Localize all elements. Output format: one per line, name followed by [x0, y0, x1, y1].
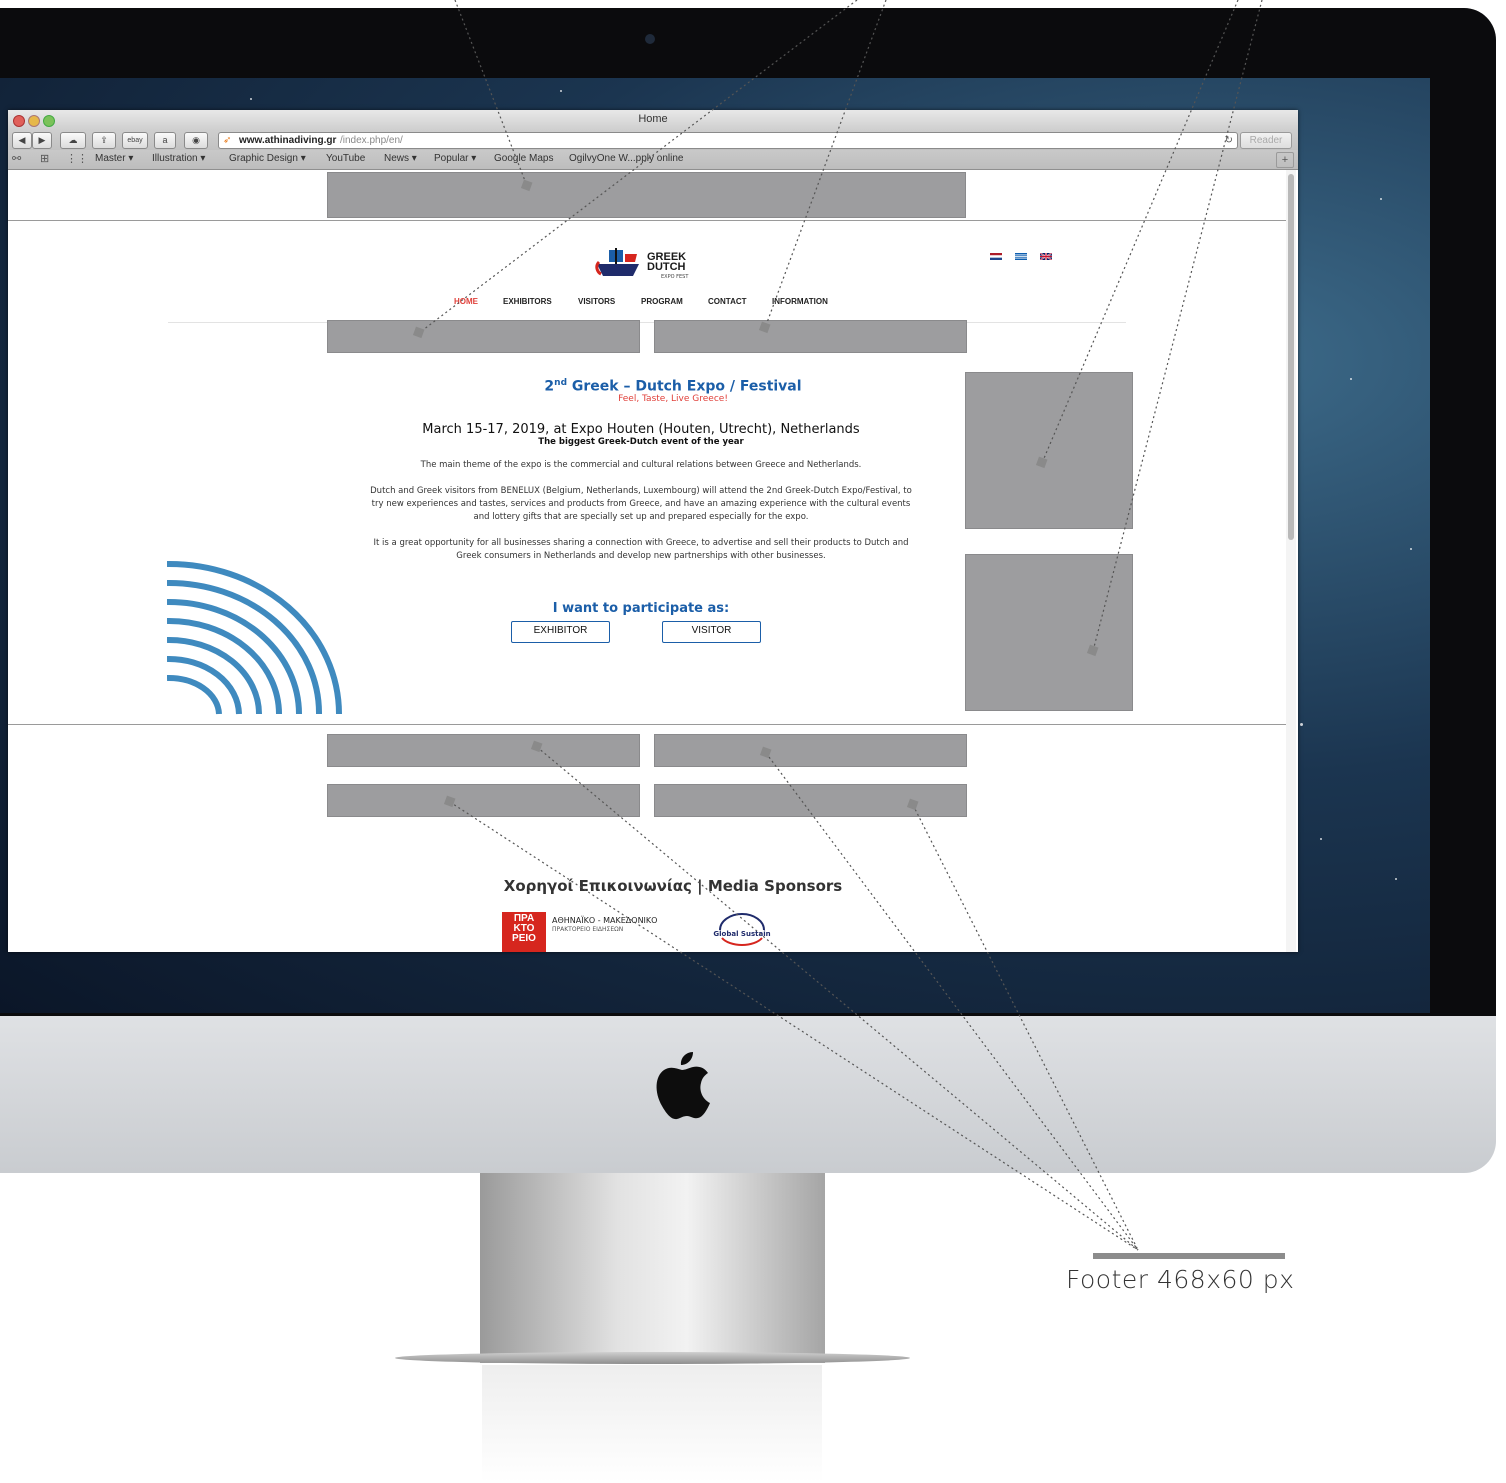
title-bar: Home — [8, 110, 1298, 130]
visitors-paragraph: Dutch and Greek visitors from BENELUX (B… — [370, 486, 912, 522]
bottom-ad-slot — [327, 784, 640, 817]
ad-slot-right — [654, 320, 967, 353]
camera-icon — [645, 34, 655, 44]
nav-program[interactable]: PROGRAM — [641, 297, 683, 306]
display-chin — [0, 1016, 1496, 1173]
bottom-ad-slot — [327, 734, 640, 767]
star — [1410, 548, 1412, 550]
nav-information[interactable]: INFORMATION — [772, 297, 828, 306]
divider — [8, 724, 1286, 725]
scrollbar-thumb[interactable] — [1288, 174, 1294, 540]
star — [1300, 723, 1303, 726]
logo-line-dutch: DUTCH — [647, 261, 686, 273]
intro-paragraph: The main theme of the expo is the commer… — [420, 460, 862, 470]
back-button[interactable]: ◀ — [12, 132, 32, 149]
media-sponsors-heading: Χορηγοί Επικοινωνίας | Media Sponsors — [503, 877, 843, 895]
amazon-icon[interactable]: a — [154, 132, 176, 149]
reading-list-icon[interactable]: ⚯ — [12, 152, 21, 165]
bookmark-item[interactable]: YouTube — [326, 153, 365, 164]
stand-reflection — [482, 1365, 822, 1483]
bookmark-item[interactable]: Popular ▾ — [434, 153, 476, 164]
event-tagline: The biggest Greek-Dutch event of the yea… — [538, 437, 744, 447]
title-number: 2 — [544, 378, 555, 395]
sponsor-subtitle: ΠΡΑΚΤΟΡΕΙΟ ΕΙΔΗΣΕΩΝ — [552, 926, 624, 933]
dutch-flag-icon[interactable] — [990, 253, 1002, 260]
praktoreio-logo[interactable]: ΠΡΑ ΚΤΟ ΡΕΙΟ — [502, 912, 546, 952]
display-stand — [480, 1173, 825, 1363]
nav-divider — [168, 322, 1126, 323]
sponsor-name: ΑΘΗΝΑΪΚΟ - ΜΑΚΕΔΟΝΙΚΟ — [552, 916, 658, 925]
opportunity-paragraph: It is a great opportunity for all busine… — [373, 538, 909, 561]
logo-wordmark: GREEK DUTCH — [647, 252, 686, 273]
visitor-button[interactable]: VISITOR — [662, 621, 761, 643]
divider — [8, 220, 1286, 221]
exhibitor-button[interactable]: EXHIBITOR — [511, 621, 610, 643]
footer-size-marker — [1093, 1253, 1285, 1259]
bookmark-item[interactable]: Master ▾ — [95, 153, 133, 164]
top-sites-icon[interactable]: ⋮⋮ — [66, 152, 88, 165]
main-nav: HOME EXHIBITORS VISITORS PROGRAM CONTACT… — [454, 297, 854, 311]
bottom-ad-slot — [654, 784, 967, 817]
sidebar-ad-slot-bottom — [965, 554, 1133, 711]
share-icon[interactable]: ⇪ — [92, 132, 116, 149]
star — [1380, 198, 1382, 200]
title-text: Greek – Dutch Expo / Festival — [567, 378, 802, 395]
nav-home[interactable]: HOME — [454, 297, 478, 306]
icloud-tabs-icon[interactable]: ☁ — [60, 132, 86, 149]
participate-heading: I want to participate as: — [552, 601, 730, 616]
event-date: March 15-17, 2019, at Expo Houten (Houte… — [422, 422, 860, 437]
bookmark-item[interactable]: OgilvyOne W...pply online — [569, 153, 684, 164]
display-stand-base — [395, 1352, 910, 1364]
window-title: Home — [638, 113, 668, 125]
bookmark-item[interactable]: Graphic Design ▾ — [229, 153, 306, 164]
reader-button[interactable]: Reader — [1240, 132, 1292, 149]
web-page: GREEK DUTCH EXPO FEST HOME EXHIBITORS VI… — [8, 170, 1298, 952]
reload-icon[interactable]: ↻ — [1225, 133, 1233, 148]
site-favicon-icon: ➶ — [223, 135, 232, 146]
title-ordinal: nd — [554, 378, 568, 388]
new-tab-icon[interactable]: + — [1276, 152, 1294, 168]
star — [1350, 378, 1352, 380]
address-bar[interactable]: ➶ www.athinadiving.gr /index.php/en/ ↻ — [218, 132, 1238, 149]
forward-button[interactable]: ▶ — [32, 132, 52, 149]
ship-logo-icon — [595, 248, 639, 276]
bookmarks-book-icon[interactable]: ⊞ — [40, 152, 49, 165]
bookmark-item[interactable]: Google Maps — [494, 153, 553, 164]
uk-flag-icon[interactable] — [1040, 253, 1052, 260]
star — [1320, 838, 1322, 840]
browser-toolbar: ◀ ▶ ☁ ⇪ ebay a ◉ ➶ www.athinadiving.gr /… — [8, 130, 1298, 150]
event-subtitle: Feel, Taste, Live Greece! — [618, 394, 728, 404]
bottom-ad-slot — [654, 734, 967, 767]
extension-icon[interactable]: ◉ — [184, 132, 208, 149]
event-title: 2nd Greek – Dutch Expo / Festival — [338, 378, 1008, 395]
browser-window: Home ◀ ▶ ☁ ⇪ ebay a ◉ ➶ www.athinadiving… — [8, 110, 1298, 952]
nav-contact[interactable]: CONTACT — [708, 297, 747, 306]
decorative-arcs-graphic — [167, 560, 342, 715]
page-scrollbar[interactable] — [1286, 170, 1296, 952]
bookmark-item[interactable]: Illustration ▾ — [152, 153, 205, 164]
global-sustain-wordmark: Global Sustain — [713, 930, 770, 938]
bookmarks-bar: ⚯ ⊞ ⋮⋮ Master ▾ Illustration ▾ Graphic D… — [8, 150, 1298, 170]
bookmark-item[interactable]: News ▾ — [384, 153, 417, 164]
nav-visitors[interactable]: VISITORS — [578, 297, 615, 306]
ad-slot-left — [327, 320, 640, 353]
logo-subtitle: EXPO FEST — [661, 274, 689, 280]
star — [250, 98, 252, 100]
site-logo[interactable]: GREEK DUTCH EXPO FEST — [595, 246, 705, 284]
apple-logo-icon — [656, 1052, 710, 1120]
star — [1395, 878, 1397, 880]
star — [560, 90, 562, 92]
url-host: www.athinadiving.gr — [239, 135, 337, 146]
greek-flag-icon[interactable] — [1015, 253, 1027, 260]
footer-annotation-label: Footer 468x60 px — [1066, 1265, 1295, 1294]
global-sustain-logo[interactable]: Global Sustain — [706, 912, 778, 950]
nav-exhibitors[interactable]: EXHIBITORS — [503, 297, 552, 306]
top-banner-ad-slot — [327, 172, 966, 218]
url-path: /index.php/en/ — [340, 135, 403, 146]
ebay-bookmark-button[interactable]: ebay — [122, 132, 148, 149]
